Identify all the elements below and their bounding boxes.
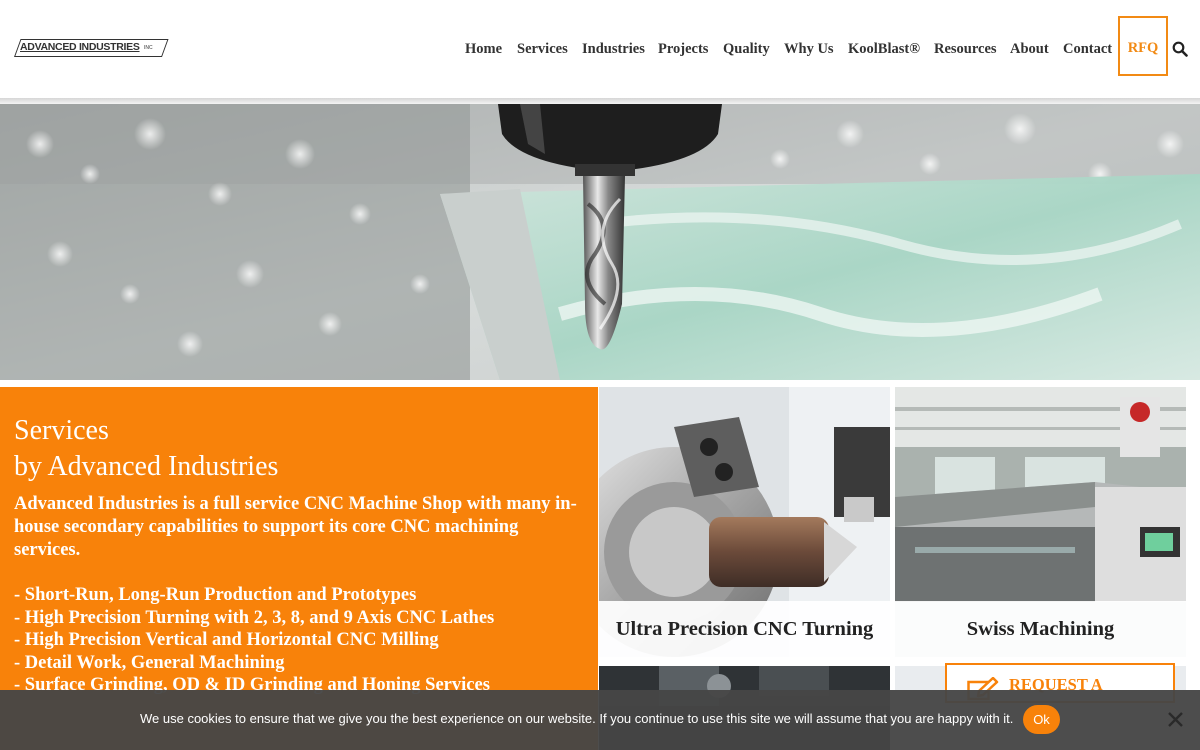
tile-cnc-turning[interactable]: Ultra Precision CNC Turning [599, 387, 890, 657]
services-title: Services by Advanced Industries [14, 413, 278, 485]
close-icon[interactable] [1167, 711, 1184, 728]
services-title-line2: by Advanced Industries [14, 451, 279, 482]
nav-why-us[interactable]: Why Us [784, 41, 834, 58]
logo-text: ADVANCED INDUSTRIES [20, 41, 140, 53]
nav-koolblast[interactable]: KoolBlast® [848, 41, 920, 58]
tile-swiss-machining[interactable]: Swiss Machining [895, 387, 1186, 657]
services-list: - Short-Run, Long-Run Production and Pro… [14, 584, 494, 697]
nav-industries[interactable]: Industries [582, 41, 645, 58]
cookie-banner: We use cookies to ensure that we give yo… [0, 690, 1200, 750]
hero-image-cnc-end-mill [0, 104, 1200, 380]
rfq-label: RFQ [1127, 40, 1159, 56]
nav-services[interactable]: Services [517, 41, 568, 58]
rfq-button[interactable]: RFQ [1118, 16, 1168, 76]
list-item: - Detail Work, General Machining [14, 652, 285, 673]
search-icon[interactable] [1172, 41, 1188, 57]
nav-projects[interactable]: Projects [658, 41, 708, 58]
section-divider [0, 380, 1200, 387]
site-header: ADVANCED INDUSTRIES INC Home Services In… [0, 0, 1200, 98]
site-logo[interactable]: ADVANCED INDUSTRIES INC [14, 39, 169, 59]
nav-home[interactable]: Home [465, 41, 502, 58]
cookie-ok-button[interactable]: Ok [1023, 705, 1060, 734]
tile-caption: Ultra Precision CNC Turning [599, 601, 890, 657]
services-description: Advanced Industries is a full service CN… [14, 494, 577, 560]
cookie-message: We use cookies to ensure that we give yo… [140, 711, 1014, 726]
list-item: - Short-Run, Long-Run Production and Pro… [14, 585, 417, 605]
nav-quality[interactable]: Quality [723, 41, 770, 58]
tile-caption: Swiss Machining [895, 601, 1186, 657]
nav-about[interactable]: About [1010, 41, 1049, 58]
list-item: - High Precision Vertical and Horizontal… [14, 630, 439, 651]
list-item: - High Precision Turning with 2, 3, 8, a… [14, 607, 495, 628]
nav-resources[interactable]: Resources [934, 41, 997, 58]
services-title-line1: Services [14, 415, 109, 446]
nav-contact[interactable]: Contact [1063, 41, 1112, 58]
logo-suffix: INC [144, 45, 153, 51]
